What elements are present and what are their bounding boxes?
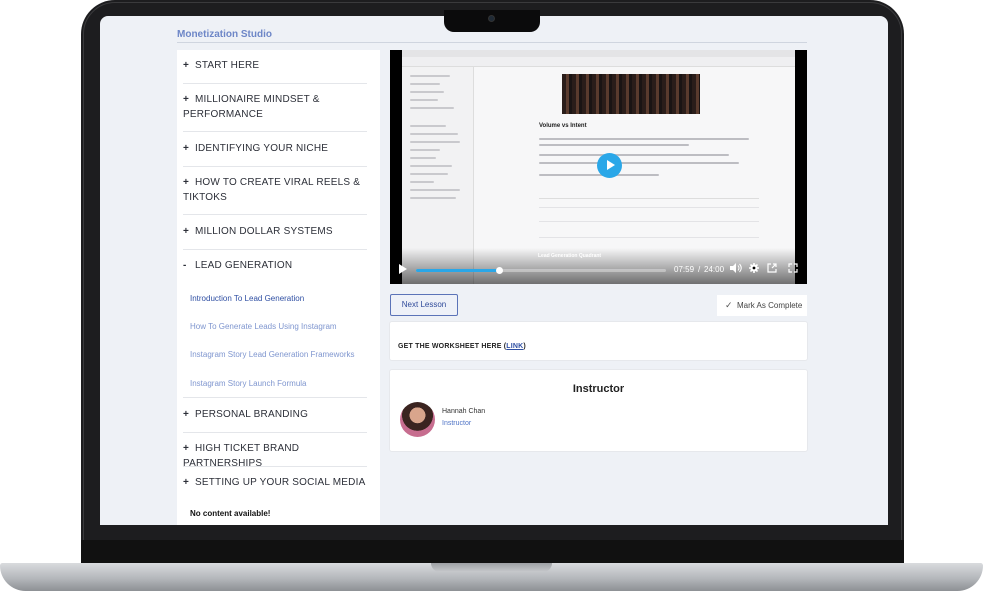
module-label: SETTING UP YOUR SOCIAL MEDIA: [195, 477, 366, 488]
next-lesson-button[interactable]: Next Lesson: [390, 294, 458, 316]
course-sidebar: + START HERE + MILLIONAIRE MINDSET & PERFO…: [177, 50, 380, 525]
worksheet-card: GET THE WORKSHEET HERE (LINK): [390, 322, 807, 360]
text-line: [410, 149, 440, 151]
text-line: [410, 99, 438, 101]
module-label: MILLIONAIRE MINDSET & PERFORMANCE: [183, 94, 320, 120]
text-line: [410, 107, 454, 109]
expand-icon: +: [183, 177, 190, 188]
module-personal-branding[interactable]: + PERSONAL BRANDING: [183, 407, 367, 433]
text-line: [410, 133, 458, 135]
module-millionaire-mindset[interactable]: + MILLIONAIRE MINDSET & PERFORMANCE: [183, 92, 367, 132]
expand-icon: +: [183, 226, 190, 237]
text-line: [539, 162, 739, 164]
video-player[interactable]: Volume vs Intent Lead Generation Quadran…: [390, 50, 807, 284]
text-line: [410, 197, 456, 199]
expand-icon: +: [183, 94, 190, 105]
video-content-tabs: [402, 57, 795, 67]
text-line: [410, 141, 460, 143]
lesson-introduction-lead-generation[interactable]: Introduction To Lead Generation: [190, 294, 304, 303]
duration: 24:00: [704, 265, 725, 274]
play-icon[interactable]: [399, 264, 407, 274]
expand-icon: +: [183, 409, 190, 420]
text-line: [410, 91, 444, 93]
screen: Monetization Studio + START HERE + MILLION…: [100, 16, 888, 525]
header-divider: [177, 42, 807, 43]
text-line: [539, 138, 749, 140]
progress-bar[interactable]: [416, 267, 666, 274]
module-label: LEAD GENERATION: [195, 260, 293, 271]
module-million-dollar-systems[interactable]: + MILLION DOLLAR SYSTEMS: [183, 224, 367, 250]
table-rule: [539, 221, 759, 222]
module-lead-generation[interactable]: - LEAD GENERATION: [183, 258, 367, 278]
instructor-card: Instructor Hannah Chan Instructor: [390, 370, 807, 451]
module-start-here[interactable]: + START HERE: [183, 58, 367, 84]
module-label: HOW TO CREATE VIRAL REELS & TIKTOKS: [183, 177, 361, 203]
text-line: [410, 83, 440, 85]
module-label: IDENTIFYING YOUR NICHE: [195, 143, 329, 154]
divider: [183, 397, 367, 398]
text-line: [410, 189, 460, 191]
video-doc-heading: Volume vs Intent: [539, 123, 587, 129]
current-time: 07:59: [674, 265, 695, 274]
module-brand-partnerships[interactable]: + HIGH TICKET BRAND PARTNERSHIPS: [183, 441, 367, 469]
expand-icon: +: [183, 443, 190, 454]
module-label: PERSONAL BRANDING: [195, 409, 309, 420]
text-line: [410, 173, 448, 175]
worksheet-suffix: ): [523, 343, 526, 350]
module-label: HIGH TICKET BRAND PARTNERSHIPS: [183, 443, 300, 469]
video-content-menubar: [402, 50, 795, 57]
progress-fill: [416, 269, 500, 272]
camera-notch: [444, 10, 540, 32]
lesson-story-launch-formula[interactable]: Instagram Story Launch Formula: [190, 379, 307, 388]
text-line: [410, 125, 446, 127]
lesson-story-lead-frameworks[interactable]: Instagram Story Lead Generation Framewor…: [190, 350, 355, 359]
mark-complete-button[interactable]: ✓ Mark As Complete: [717, 295, 807, 316]
laptop-chin: [81, 540, 904, 564]
video-overlay-title: Lead Generation Quadrant: [538, 253, 602, 259]
module-identifying-niche[interactable]: + IDENTIFYING YOUR NICHE: [183, 141, 367, 167]
volume-icon[interactable]: [730, 263, 742, 276]
table-rule: [539, 237, 759, 238]
text-line: [410, 165, 452, 167]
lesson-generate-leads-instagram[interactable]: How To Generate Leads Using Instagram: [190, 322, 337, 331]
module-viral-reels[interactable]: + HOW TO CREATE VIRAL REELS & TIKTOKS: [183, 175, 367, 215]
check-icon: ✓: [725, 300, 733, 310]
text-line: [410, 181, 434, 183]
popout-icon[interactable]: [767, 263, 777, 276]
text-line: [539, 144, 689, 146]
worksheet-link[interactable]: LINK: [506, 343, 523, 350]
brand-name[interactable]: Monetization Studio: [177, 29, 272, 40]
mark-complete-label: Mark As Complete: [737, 301, 803, 310]
video-doc-table: [539, 198, 759, 248]
instructor-heading: Instructor: [572, 383, 625, 395]
expand-icon: +: [183, 60, 190, 71]
text-line: [539, 174, 659, 176]
instructor-role: Instructor: [442, 420, 472, 427]
expand-icon: +: [183, 143, 190, 154]
time-separator: /: [698, 265, 701, 274]
text-line: [410, 157, 436, 159]
module-social-media[interactable]: + SETTING UP YOUR SOCIAL MEDIA: [183, 475, 367, 501]
laptop-base-notch: [431, 563, 552, 572]
table-rule: [539, 207, 759, 208]
text-line: [410, 75, 450, 77]
settings-icon[interactable]: [749, 263, 759, 276]
worksheet-text: GET THE WORKSHEET HERE (LINK): [398, 343, 526, 350]
laptop-base: [0, 563, 983, 591]
fullscreen-icon[interactable]: [788, 263, 798, 276]
expand-icon: +: [183, 477, 190, 488]
worksheet-prefix: GET THE WORKSHEET HERE (: [398, 343, 507, 350]
module-label: MILLION DOLLAR SYSTEMS: [195, 226, 333, 237]
video-crowd-image: [562, 74, 700, 114]
module-label: START HERE: [195, 60, 260, 71]
text-line: [539, 154, 729, 156]
collapse-icon: -: [183, 260, 187, 271]
camera-icon: [488, 15, 495, 22]
instructor-name: Hannah Chan: [442, 408, 486, 415]
empty-state-text: No content available!: [190, 509, 271, 518]
avatar: [400, 402, 435, 437]
play-icon[interactable]: [597, 153, 622, 178]
